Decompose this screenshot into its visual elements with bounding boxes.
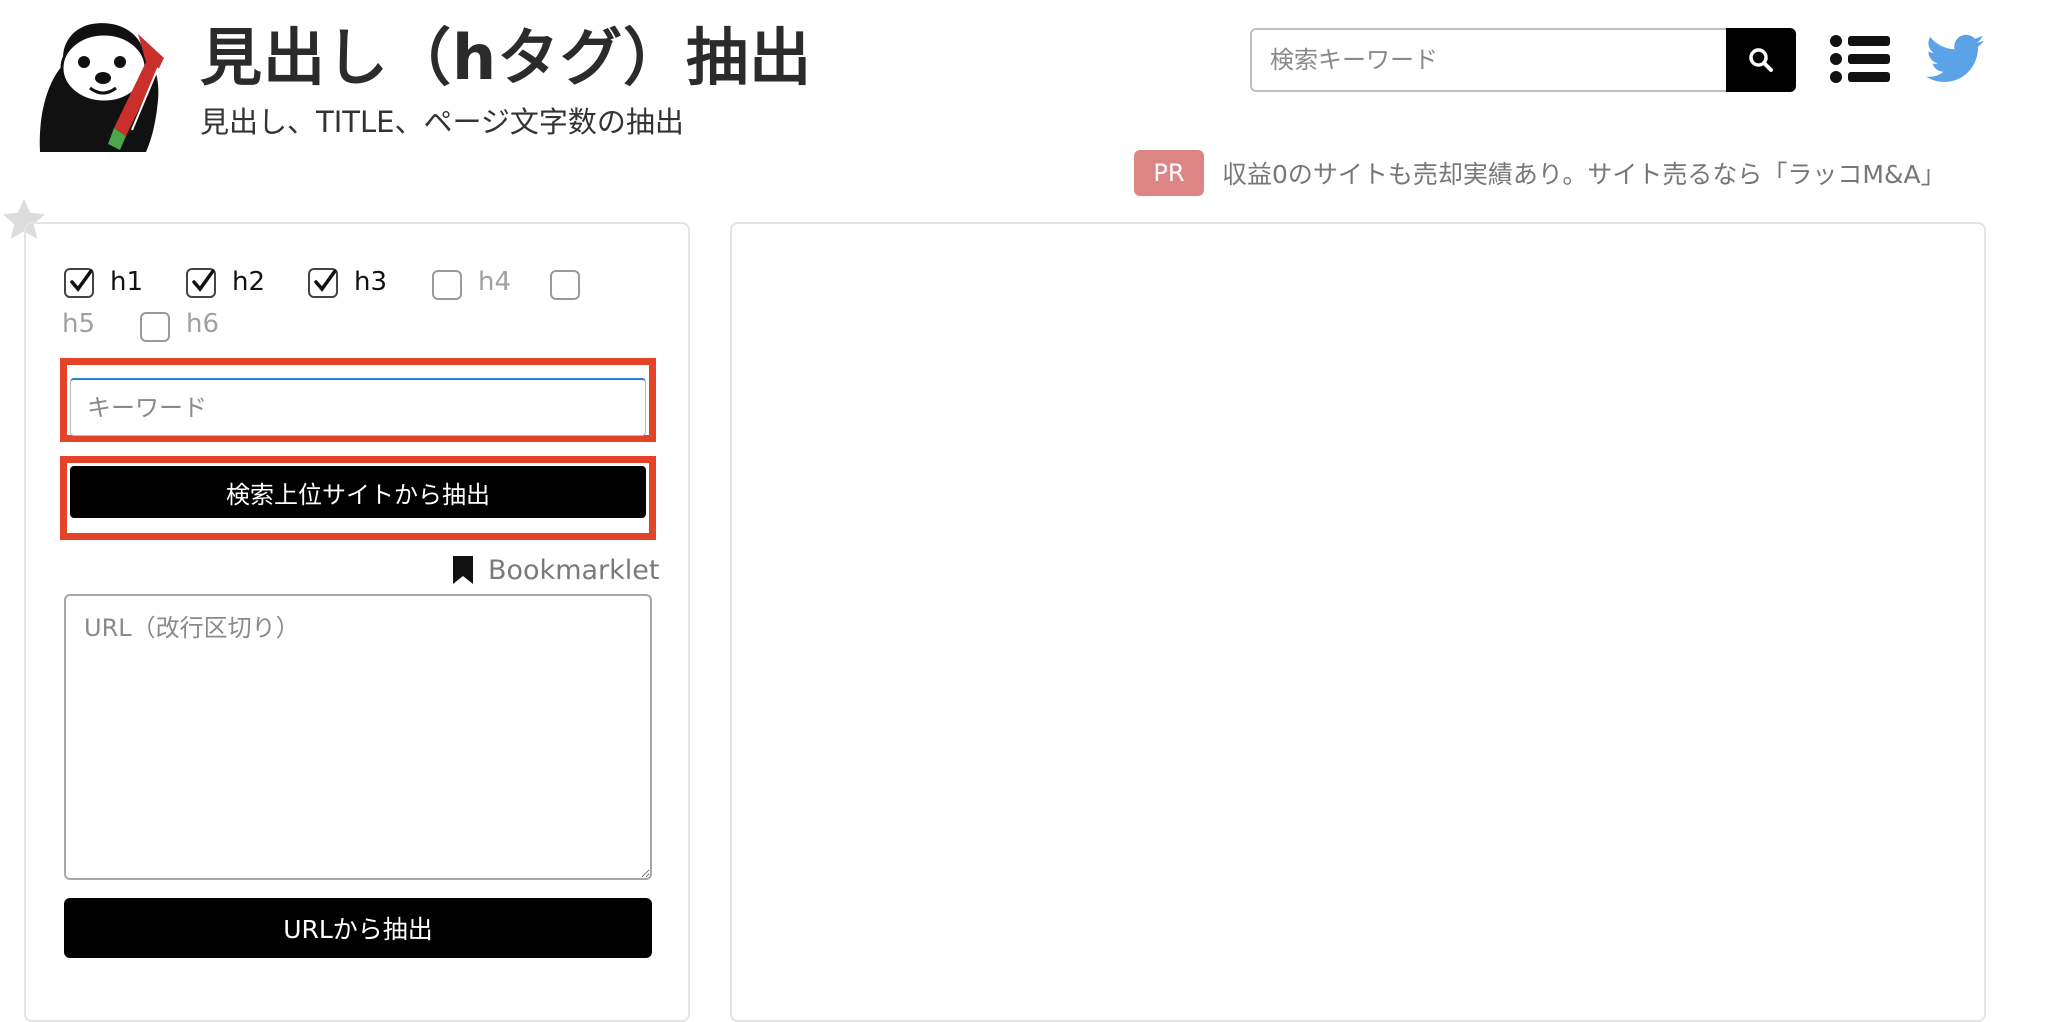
checkbox-label-h4: h4 bbox=[478, 267, 512, 297]
keyword-input[interactable] bbox=[70, 378, 646, 436]
checkbox-h4[interactable] bbox=[432, 270, 462, 300]
pr-badge: PR bbox=[1134, 150, 1204, 196]
bookmarklet-link[interactable]: Bookmarklet bbox=[452, 552, 659, 588]
checkbox-label-h5: h5 bbox=[62, 309, 96, 339]
checkbox-h5[interactable] bbox=[550, 270, 580, 300]
checkbox-label-h1: h1 bbox=[110, 267, 144, 297]
checkbox-h3[interactable] bbox=[308, 268, 338, 298]
search-icon bbox=[1749, 48, 1773, 72]
list-menu-icon[interactable] bbox=[1830, 34, 1890, 84]
results-panel bbox=[730, 222, 1986, 1022]
checkbox-h1[interactable] bbox=[64, 268, 94, 298]
extract-from-url-button[interactable]: URLから抽出 bbox=[64, 898, 652, 958]
search-button[interactable] bbox=[1726, 28, 1796, 92]
extract-top-sites-button[interactable]: 検索上位サイトから抽出 bbox=[70, 466, 646, 518]
page-subtitle: 見出し、TITLE、ページ文字数の抽出 bbox=[200, 105, 684, 139]
search-input[interactable] bbox=[1250, 28, 1726, 92]
check-icon bbox=[70, 269, 93, 292]
checkbox-label-h2: h2 bbox=[232, 267, 266, 297]
checkbox-label-h3: h3 bbox=[354, 267, 388, 297]
checkbox-label-h6: h6 bbox=[186, 309, 220, 339]
check-icon bbox=[314, 269, 337, 292]
twitter-icon[interactable] bbox=[1926, 34, 1984, 84]
url-textarea[interactable] bbox=[64, 594, 652, 880]
pr-banner[interactable]: PR 収益0のサイトも売却実績あり。サイト売るなら「ラッコM&A」 bbox=[1134, 150, 1946, 196]
bookmarklet-label: Bookmarklet bbox=[488, 554, 660, 586]
page-title: 見出し（hタグ）抽出 bbox=[200, 21, 813, 94]
site-search bbox=[1250, 28, 1796, 92]
pr-link[interactable]: 収益0のサイトも売却実績あり。サイト売るなら「ラッコM&A」 bbox=[1222, 155, 1946, 191]
check-icon bbox=[192, 269, 215, 292]
bookmark-icon bbox=[453, 556, 473, 584]
otter-logo[interactable] bbox=[34, 18, 170, 152]
checkbox-h6[interactable] bbox=[140, 312, 170, 342]
checkbox-h2[interactable] bbox=[186, 268, 216, 298]
